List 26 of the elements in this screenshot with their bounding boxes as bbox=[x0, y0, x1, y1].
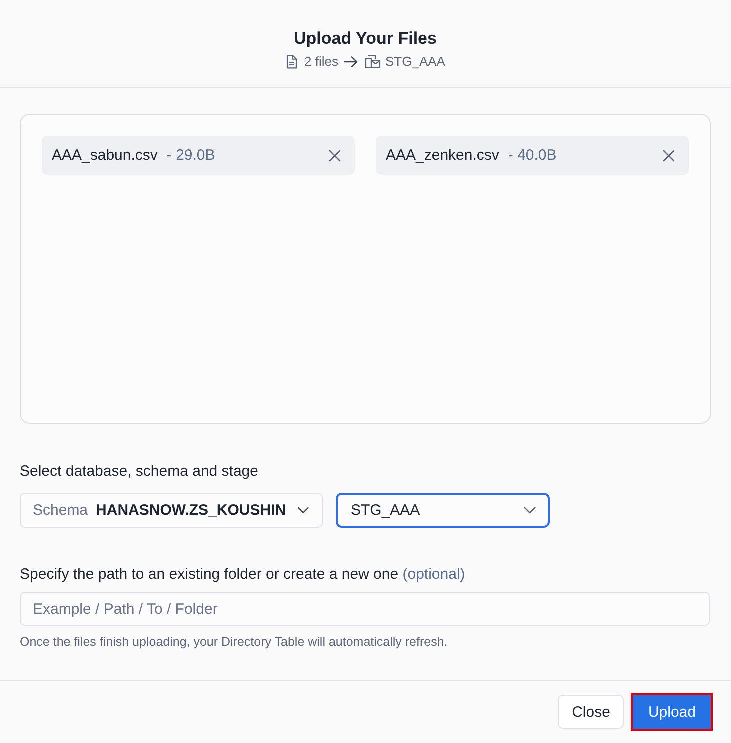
chevron-down-icon bbox=[524, 507, 536, 514]
location-label: Select database, schema and stage bbox=[20, 463, 260, 481]
path-label: Specify the path to an existing folder or create a new one (optional) bbox=[20, 566, 466, 584]
file-count: 2 files bbox=[304, 54, 338, 70]
schema-prefix: Schema bbox=[33, 502, 88, 519]
document-icon bbox=[286, 55, 298, 69]
chevron-down-icon bbox=[298, 507, 309, 514]
schema-value: HANASNOW.ZS_KOUSHIN bbox=[96, 502, 286, 519]
schema-select[interactable]: Schema HANASNOW.ZS_KOUSHIN bbox=[20, 493, 323, 528]
stacked-boxes-icon bbox=[364, 55, 380, 69]
close-icon[interactable] bbox=[329, 150, 341, 162]
close-icon[interactable] bbox=[663, 150, 675, 162]
arrow-right-icon bbox=[344, 56, 358, 68]
file-size: - 40.0B bbox=[508, 147, 557, 164]
upload-button[interactable]: Upload bbox=[633, 695, 711, 729]
stage-select[interactable]: STG_AAA bbox=[336, 493, 550, 528]
target-stage: STG_AAA bbox=[386, 54, 446, 70]
file-drop-area[interactable]: AAA_sabun.csv - 29.0B AAA_zenken.csv - 40.0B bbox=[20, 114, 711, 424]
dialog-title: Upload Your Files bbox=[294, 29, 437, 49]
refresh-hint: Once the files finish uploading, your Directory Table will automatically refresh. bbox=[20, 634, 449, 650]
file-name: AAA_sabun.csv bbox=[52, 147, 158, 164]
close-button[interactable]: Close bbox=[558, 695, 624, 729]
path-input-field[interactable]: Example / Path / To / Folder bbox=[20, 592, 710, 626]
stage-value: STG_AAA bbox=[351, 502, 420, 519]
file-size: - 29.0B bbox=[166, 147, 216, 164]
file-name: AAA_zenken.csv bbox=[386, 147, 500, 164]
